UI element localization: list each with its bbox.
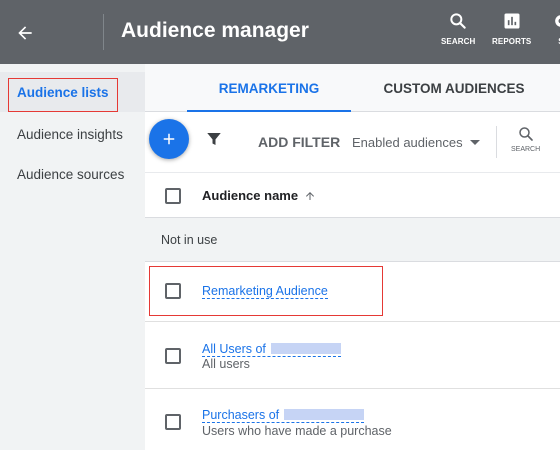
redacted-block <box>270 343 341 354</box>
settings-tool-button[interactable]: S <box>551 10 560 46</box>
add-audience-button[interactable] <box>149 119 189 159</box>
sort-arrow-up-icon <box>306 191 315 200</box>
table-search-label: SEARCH <box>511 146 541 153</box>
tab-remarketing[interactable]: REMARKETING <box>187 64 351 113</box>
table-row: All Users of All users <box>145 322 560 389</box>
audience-name-link[interactable]: Purchasers of <box>202 408 365 423</box>
audience-name-link[interactable]: All Users of <box>202 342 341 357</box>
enabled-audiences-dropdown[interactable]: Enabled audiences <box>352 135 480 150</box>
settings-icon <box>551 10 560 32</box>
row-checkbox[interactable] <box>165 348 181 364</box>
main-content: REMARKETING CUSTOM AUDIENCES ADD FILTER … <box>145 64 560 450</box>
add-filter-button[interactable]: ADD FILTER <box>258 134 340 150</box>
tab-custom-audiences[interactable]: CUSTOM AUDIENCES <box>371 64 537 112</box>
sidebar-item-audience-lists[interactable]: Audience lists <box>0 72 145 112</box>
top-app-bar: Audience manager SEARCH REPORTS S <box>0 0 560 64</box>
sidebar-item-label: Audience sources <box>17 166 125 182</box>
toolbar-divider <box>496 126 497 158</box>
column-header-label: Audience name <box>202 188 299 203</box>
page-title: Audience manager <box>121 19 309 42</box>
table-search-button[interactable]: SEARCH <box>511 125 540 153</box>
select-all-checkbox[interactable] <box>165 188 181 204</box>
table-toolbar: ADD FILTER Enabled audiences SEARCH <box>145 112 560 172</box>
group-header-not-in-use: Not in use <box>145 218 560 262</box>
redacted-block <box>284 409 365 420</box>
column-header-audience-name[interactable]: Audience name <box>202 188 316 203</box>
table-row: Remarketing Audience <box>145 262 560 322</box>
table-header: Audience name <box>145 172 560 218</box>
chevron-down-icon <box>469 140 480 145</box>
search-icon <box>518 127 533 141</box>
reports-tool-button[interactable]: REPORTS <box>492 10 531 46</box>
reports-tool-label: REPORTS <box>492 37 532 46</box>
reports-icon <box>502 10 522 32</box>
row-checkbox[interactable] <box>165 414 181 430</box>
search-tool-button[interactable]: SEARCH <box>441 10 475 46</box>
dropdown-value: Enabled audiences <box>352 135 463 150</box>
group-label: Not in use <box>161 233 218 247</box>
sidebar-item-audience-sources[interactable]: Audience sources <box>0 154 145 194</box>
back-arrow-icon[interactable] <box>10 18 40 48</box>
table-row: Purchasers of Users who have made a purc… <box>145 389 560 450</box>
highlight-box <box>8 78 118 112</box>
tab-label: CUSTOM AUDIENCES <box>383 80 525 96</box>
filter-icon[interactable] <box>205 130 223 153</box>
search-tool-label: SEARCH <box>441 37 476 46</box>
sidebar-item-label: Audience insights <box>17 126 123 142</box>
topbar-divider <box>103 14 104 50</box>
tab-bar: REMARKETING CUSTOM AUDIENCES <box>145 64 560 113</box>
plus-icon <box>163 133 175 145</box>
sidebar: Audience lists Audience insights Audienc… <box>0 64 145 450</box>
row-checkbox[interactable] <box>165 283 181 299</box>
search-icon <box>448 10 468 32</box>
audience-name-link[interactable]: Remarketing Audience <box>202 284 328 299</box>
audience-name-text: All Users of <box>202 342 266 356</box>
audience-description: All users <box>202 357 250 371</box>
sidebar-item-audience-insights[interactable]: Audience insights <box>0 114 145 154</box>
audience-name-text: Purchasers of <box>202 408 280 422</box>
tab-label: REMARKETING <box>218 80 320 96</box>
audience-description: Users who have made a purchase <box>202 424 392 438</box>
